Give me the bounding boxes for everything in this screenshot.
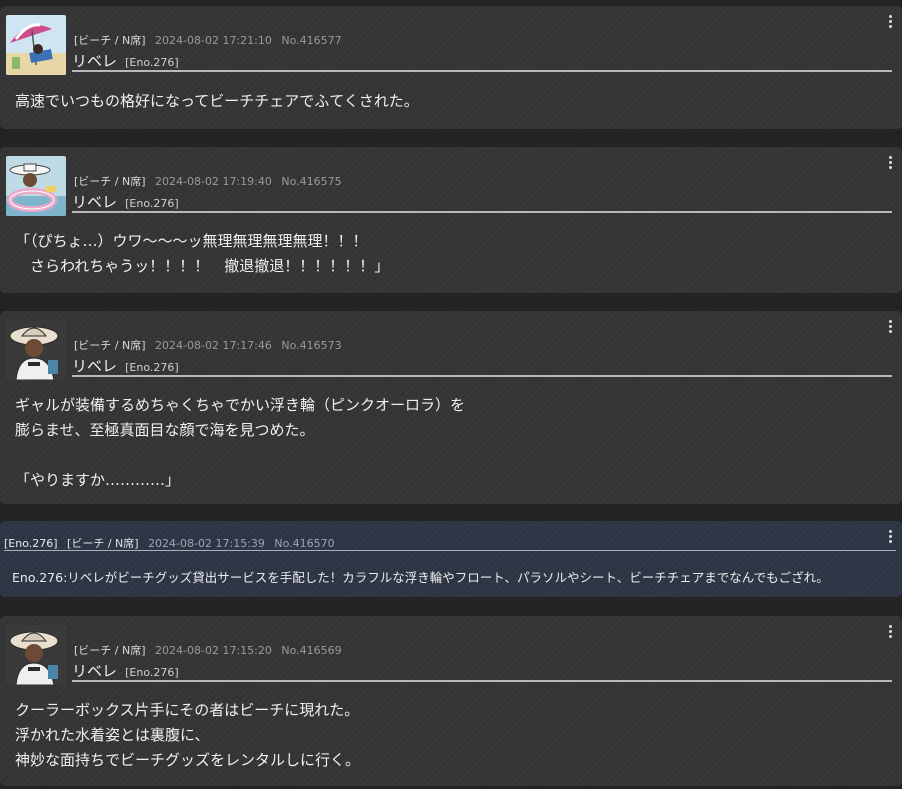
system-post-number[interactable]: No.416570 xyxy=(274,537,334,550)
author-eno[interactable]: [Eno.276] xyxy=(125,666,179,679)
more-vertical-icon[interactable] xyxy=(884,155,896,171)
more-vertical-icon[interactable] xyxy=(884,319,896,335)
post-body: クーラーボックス片手にその者はビーチに現れた。 浮かれた水着姿とは裏腹に、 神妙… xyxy=(15,701,361,769)
post-416569: [ビーチ / N席] 2024-08-02 17:15:20 No.416569… xyxy=(0,616,902,786)
more-vertical-icon[interactable] xyxy=(884,14,896,30)
post-date: 2024-08-02 17:19:40 xyxy=(155,175,272,188)
swim-ring-avatar[interactable] xyxy=(6,156,66,216)
system-post-place[interactable]: [ビーチ / N席] xyxy=(67,537,139,550)
author-name[interactable]: リベレ xyxy=(72,357,117,375)
post-416575: [ビーチ / N席] 2024-08-02 17:19:40 No.416575… xyxy=(0,147,902,293)
post-date: 2024-08-02 17:17:46 xyxy=(155,339,272,352)
post-number[interactable]: No.416569 xyxy=(281,644,341,657)
post-number[interactable]: No.416577 xyxy=(281,34,341,47)
post-416577: [ビーチ / N席] 2024-08-02 17:21:10 No.416577… xyxy=(0,6,902,129)
post-number[interactable]: No.416573 xyxy=(281,339,341,352)
hat-character-avatar[interactable] xyxy=(6,320,66,380)
post-name-bar: リベレ [Eno.276] xyxy=(72,50,892,72)
system-post-eno[interactable]: [Eno.276] xyxy=(4,537,58,550)
hat-character-avatar-image xyxy=(6,625,66,685)
post-place[interactable]: [ビーチ / N席] xyxy=(74,644,146,657)
hat-character-avatar[interactable] xyxy=(6,625,66,685)
post-meta: [ビーチ / N席] 2024-08-02 17:21:10 No.416577 xyxy=(74,32,342,48)
post-name-bar: リベレ [Eno.276] xyxy=(72,355,892,377)
more-vertical-icon[interactable] xyxy=(884,529,896,545)
beach-umbrella-avatar-image xyxy=(6,15,66,75)
post-meta: [ビーチ / N席] 2024-08-02 17:19:40 No.416575 xyxy=(74,173,342,189)
system-post-date: 2024-08-02 17:15:39 xyxy=(148,537,265,550)
post-name-bar: リベレ [Eno.276] xyxy=(72,660,892,682)
post-body: 「（ぴちょ…）ウワ〜〜〜ッ無理無理無理無理！！！ さらわれちゃうッ！！！！ 撤退… xyxy=(15,232,390,275)
hat-character-avatar-image xyxy=(6,320,66,380)
system-post-meta: [Eno.276] [ビーチ / N席] 2024-08-02 17:15:39… xyxy=(4,535,896,551)
author-name[interactable]: リベレ xyxy=(72,193,117,211)
swim-ring-avatar-image xyxy=(6,156,66,216)
system-post-body: Eno.276:リベレがビーチグッズ貸出サービスを手配した！カラフルな浮き輪やフ… xyxy=(12,570,829,585)
post-body: 高速でいつもの格好になってビーチチェアでふてくされた。 xyxy=(15,92,419,110)
author-name[interactable]: リベレ xyxy=(72,662,117,680)
author-eno[interactable]: [Eno.276] xyxy=(125,361,179,374)
more-vertical-icon[interactable] xyxy=(884,624,896,640)
post-416573: [ビーチ / N席] 2024-08-02 17:17:46 No.416573… xyxy=(0,311,902,504)
post-meta: [ビーチ / N席] 2024-08-02 17:17:46 No.416573 xyxy=(74,337,342,353)
post-place[interactable]: [ビーチ / N席] xyxy=(74,175,146,188)
beach-umbrella-avatar[interactable] xyxy=(6,15,66,75)
post-number[interactable]: No.416575 xyxy=(281,175,341,188)
author-eno[interactable]: [Eno.276] xyxy=(125,197,179,210)
post-place[interactable]: [ビーチ / N席] xyxy=(74,34,146,47)
author-eno[interactable]: [Eno.276] xyxy=(125,56,179,69)
post-name-bar: リベレ [Eno.276] xyxy=(72,191,892,213)
post-place[interactable]: [ビーチ / N席] xyxy=(74,339,146,352)
post-date: 2024-08-02 17:21:10 xyxy=(155,34,272,47)
author-name[interactable]: リベレ xyxy=(72,52,117,70)
post-meta: [ビーチ / N席] 2024-08-02 17:15:20 No.416569 xyxy=(74,642,342,658)
system-post-416570: [Eno.276] [ビーチ / N席] 2024-08-02 17:15:39… xyxy=(0,521,902,597)
post-body: ギャルが装備するめちゃくちゃでかい浮き輪（ピンクオーロラ）を 膨らませ、至極真面… xyxy=(15,396,466,489)
post-date: 2024-08-02 17:15:20 xyxy=(155,644,272,657)
